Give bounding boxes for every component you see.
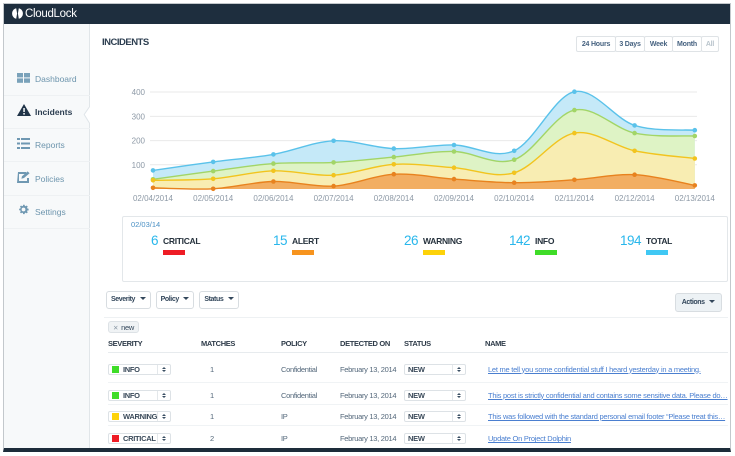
svg-text:200: 200 — [132, 137, 146, 146]
svg-text:02/07/2014: 02/07/2014 — [314, 194, 355, 203]
svg-text:02/13/2014: 02/13/2014 — [675, 194, 716, 203]
svg-text:02/10/2014: 02/10/2014 — [494, 194, 535, 203]
svg-text:02/12/2014: 02/12/2014 — [615, 194, 656, 203]
svg-text:100: 100 — [132, 161, 146, 170]
svg-text:02/06/2014: 02/06/2014 — [253, 194, 294, 203]
svg-text:02/08/2014: 02/08/2014 — [374, 194, 415, 203]
svg-text:02/09/2014: 02/09/2014 — [434, 194, 475, 203]
svg-text:300: 300 — [132, 112, 146, 121]
svg-text:400: 400 — [132, 88, 146, 97]
svg-text:02/11/2014: 02/11/2014 — [555, 194, 595, 203]
svg-text:02/05/2014: 02/05/2014 — [193, 194, 234, 203]
svg-text:02/04/2014: 02/04/2014 — [133, 194, 174, 203]
